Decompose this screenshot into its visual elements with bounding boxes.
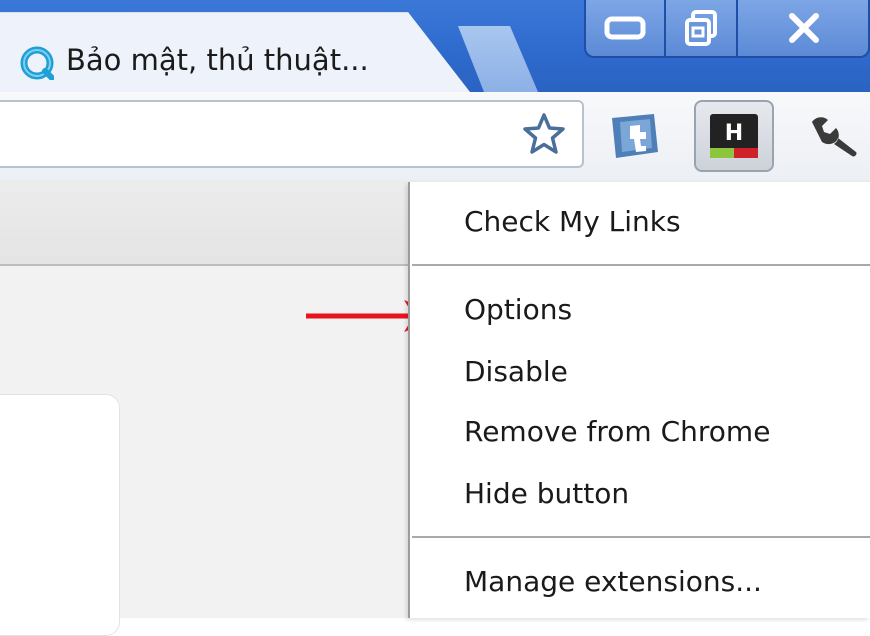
menu-item-remove-from-chrome[interactable]: Remove from Chrome	[464, 412, 770, 452]
menu-item-manage-extensions[interactable]: Manage extensions...	[464, 562, 762, 602]
restore-button[interactable]	[666, 0, 738, 56]
extension-t-icon[interactable]	[606, 112, 662, 160]
minimize-button[interactable]	[586, 0, 666, 56]
wrench-icon[interactable]	[806, 114, 860, 158]
menu-item-disable[interactable]: Disable	[464, 352, 568, 392]
menu-separator	[412, 264, 870, 266]
browser-toolbar: H	[0, 92, 870, 180]
browser-tab[interactable]: Bảo mật, thủ thuật...	[0, 12, 470, 92]
page-card	[0, 394, 120, 636]
new-tab-button[interactable]	[458, 26, 538, 92]
window-controls	[584, 0, 870, 58]
tab-title: Bảo mật, thủ thuật...	[66, 43, 369, 77]
site-favicon-icon	[20, 46, 54, 80]
close-button[interactable]	[738, 0, 870, 56]
menu-separator	[412, 536, 870, 538]
check-my-links-extension-button[interactable]: H	[694, 100, 774, 172]
menu-item-check-my-links[interactable]: Check My Links	[464, 202, 681, 242]
extension-h-letter: H	[725, 121, 743, 146]
menu-item-hide-button[interactable]: Hide button	[464, 474, 629, 514]
minimize-icon	[604, 16, 646, 40]
star-icon[interactable]	[522, 112, 566, 156]
restore-icon	[685, 10, 717, 46]
extension-context-menu: Check My Links Options Disable Remove fr…	[408, 182, 870, 618]
extension-h-icon: H	[710, 114, 758, 158]
title-bar: Bảo mật, thủ thuật...	[0, 0, 870, 92]
close-icon	[789, 13, 819, 43]
menu-item-options[interactable]: Options	[464, 290, 572, 330]
address-bar[interactable]	[0, 100, 584, 168]
